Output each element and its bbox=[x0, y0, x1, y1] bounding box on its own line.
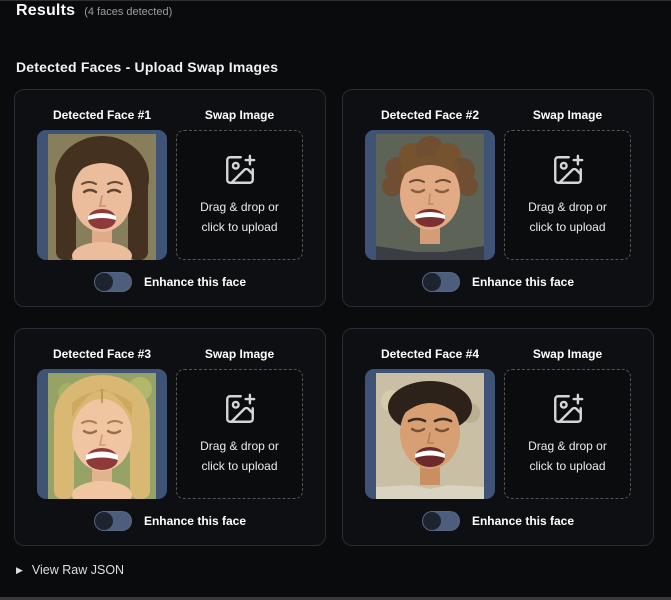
upload-instructions: Drag & drop or click to upload bbox=[528, 198, 607, 236]
page-title: Results bbox=[16, 2, 75, 20]
face-panel bbox=[37, 130, 167, 260]
face-panel bbox=[365, 130, 495, 260]
face-panel bbox=[37, 369, 167, 499]
face-photo-4 bbox=[376, 373, 484, 499]
enhance-toggle-3[interactable] bbox=[94, 511, 132, 531]
face-photo-2 bbox=[376, 134, 484, 260]
face-card-1: Detected Face #1 bbox=[14, 89, 326, 307]
image-plus-icon bbox=[551, 153, 585, 187]
detected-face-label: Detected Face #2 bbox=[381, 108, 479, 122]
top-divider bbox=[0, 0, 671, 1]
face-panel bbox=[365, 369, 495, 499]
upload-instructions: Drag & drop or click to upload bbox=[200, 437, 279, 475]
toggle-knob bbox=[95, 273, 113, 291]
image-plus-icon bbox=[223, 392, 257, 426]
view-raw-json-label: View Raw JSON bbox=[32, 563, 124, 577]
face-card-4: Detected Face #4 bbox=[342, 328, 654, 546]
image-plus-icon bbox=[223, 153, 257, 187]
face-photo-1 bbox=[48, 134, 156, 260]
enhance-label: Enhance this face bbox=[472, 275, 574, 289]
enhance-toggle-4[interactable] bbox=[422, 511, 460, 531]
swap-image-label: Swap Image bbox=[533, 108, 602, 122]
toggle-knob bbox=[423, 273, 441, 291]
face-photo-3 bbox=[48, 373, 156, 499]
swap-image-label: Swap Image bbox=[533, 347, 602, 361]
enhance-toggle-1[interactable] bbox=[94, 272, 132, 292]
detected-face-label: Detected Face #4 bbox=[381, 347, 479, 361]
upload-dropzone-3[interactable]: Drag & drop or click to upload bbox=[176, 369, 303, 499]
view-raw-json-details: ▶ View Raw JSON bbox=[16, 563, 655, 577]
enhance-label: Enhance this face bbox=[144, 275, 246, 289]
upload-dropzone-1[interactable]: Drag & drop or click to upload bbox=[176, 130, 303, 260]
section-heading: Detected Faces - Upload Swap Images bbox=[16, 59, 655, 75]
enhance-toggle-2[interactable] bbox=[422, 272, 460, 292]
upload-instructions: Drag & drop or click to upload bbox=[528, 437, 607, 475]
face-cards-grid: Detected Face #1 bbox=[0, 89, 671, 546]
toggle-knob bbox=[95, 512, 113, 530]
swap-image-label: Swap Image bbox=[205, 347, 274, 361]
triangle-right-icon: ▶ bbox=[16, 566, 23, 575]
view-raw-json-toggle[interactable]: ▶ View Raw JSON bbox=[16, 563, 655, 577]
enhance-label: Enhance this face bbox=[472, 514, 574, 528]
upload-dropzone-4[interactable]: Drag & drop or click to upload bbox=[504, 369, 631, 499]
face-card-3: Detected Face #3 bbox=[14, 328, 326, 546]
toggle-knob bbox=[423, 512, 441, 530]
upload-dropzone-2[interactable]: Drag & drop or click to upload bbox=[504, 130, 631, 260]
image-plus-icon bbox=[551, 392, 585, 426]
upload-instructions: Drag & drop or click to upload bbox=[200, 198, 279, 236]
face-card-2: Detected Face #2 bbox=[342, 89, 654, 307]
results-header: Results (4 faces detected) bbox=[0, 0, 671, 20]
swap-image-label: Swap Image bbox=[205, 108, 274, 122]
faces-detected-count: (4 faces detected) bbox=[84, 6, 172, 18]
detected-face-label: Detected Face #3 bbox=[53, 347, 151, 361]
enhance-label: Enhance this face bbox=[144, 514, 246, 528]
detected-face-label: Detected Face #1 bbox=[53, 108, 151, 122]
